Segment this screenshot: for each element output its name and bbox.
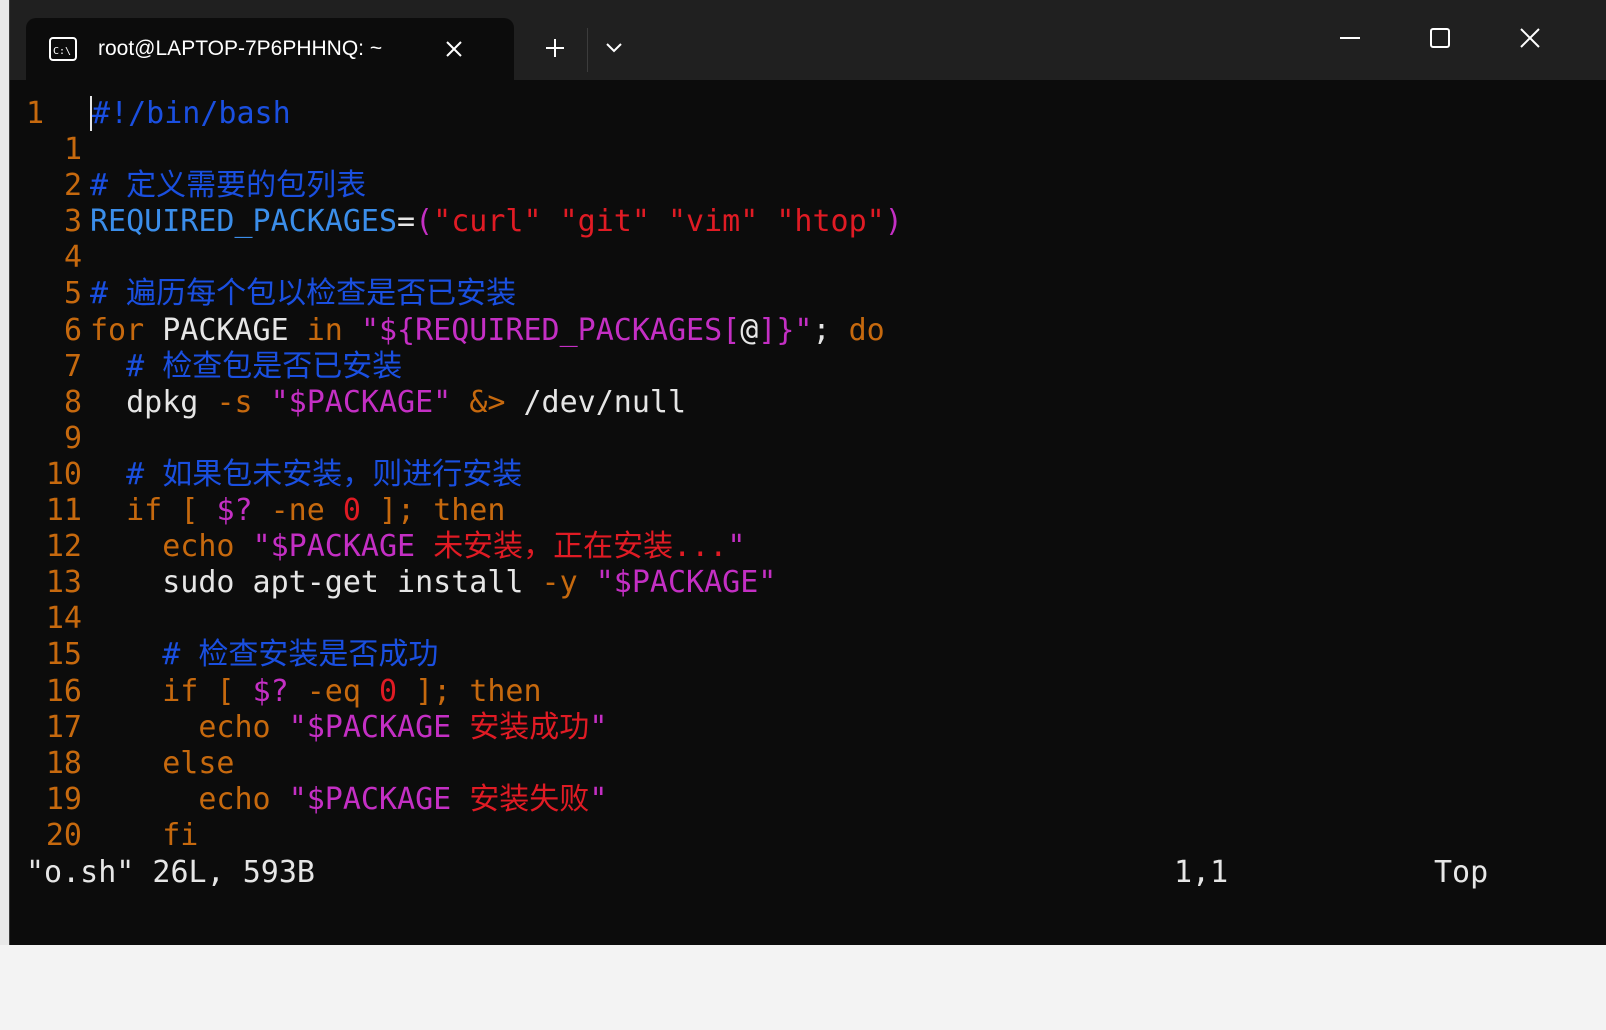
code-text: # 检查包是否已安装 <box>90 348 403 384</box>
tab-active[interactable]: C:\ root@LAPTOP-7P6PHHNQ: ~ <box>26 18 514 80</box>
tab-separator <box>587 28 588 72</box>
code-line: 4 <box>10 240 1606 276</box>
code-text: # 如果包未安装，则进行安装 <box>90 456 523 492</box>
new-tab-button[interactable] <box>533 30 577 66</box>
code-line: 1 <box>10 132 1606 168</box>
line-number: 5 <box>63 276 82 312</box>
tab-dropdown-button[interactable] <box>594 30 634 66</box>
line-number: 6 <box>63 312 82 348</box>
line-number: 13 <box>45 565 82 601</box>
terminal-icon: C:\ <box>48 36 78 62</box>
line-number: 11 <box>45 493 82 529</box>
code-text: for PACKAGE in "${REQUIRED_PACKAGES[@]}"… <box>90 312 885 348</box>
code-line: 6 for PACKAGE in "${REQUIRED_PACKAGES[@]… <box>10 313 1606 349</box>
line-number: 19 <box>45 781 82 817</box>
code-line: 9 <box>10 421 1606 457</box>
svg-text:C:\: C:\ <box>53 46 71 57</box>
code-line: 20 fi <box>10 818 1606 854</box>
code-text: if [ $? -ne 0 ]; then <box>126 493 506 529</box>
line-number: 20 <box>45 817 82 853</box>
background-window-edge <box>0 0 9 945</box>
close-window-button[interactable] <box>1500 12 1560 64</box>
code-line: 11 if [ $? -ne 0 ]; then <box>10 493 1606 529</box>
code-line: 10 # 如果包未安装，则进行安装 <box>10 457 1606 493</box>
code-line: 7 # 检查包是否已安装 <box>10 349 1606 385</box>
maximize-button[interactable] <box>1410 12 1470 64</box>
status-scroll-position: Top <box>1434 855 1489 890</box>
line-number: 16 <box>45 673 82 709</box>
line-number: 18 <box>45 745 82 781</box>
line-number: 17 <box>45 709 82 745</box>
line-number: 8 <box>63 384 82 420</box>
line-number: 3 <box>63 204 82 240</box>
code-line: 12 echo "$PACKAGE 未安装，正在安装..." <box>10 529 1606 565</box>
vim-status-line: "o.sh" 26L, 593B 1,1 Top <box>10 855 1606 893</box>
code-text: # 检查安装是否成功 <box>90 637 439 673</box>
code-line: 16 if [ $? -eq 0 ]; then <box>10 674 1606 710</box>
code-line: 3 REQUIRED_PACKAGES=("curl" "git" "vim" … <box>10 204 1606 240</box>
code-line: 18 else <box>10 746 1606 782</box>
terminal-window[interactable]: C:\ root@LAPTOP-7P6PHHNQ: ~ 1 #!/bin/bas… <box>9 0 1606 945</box>
code-text: # 定义需要的包列表 <box>90 168 367 204</box>
line-number: 10 <box>45 456 82 492</box>
close-tab-icon[interactable] <box>436 31 472 67</box>
line-number: 4 <box>63 240 82 276</box>
code-text: if [ $? -eq 0 ]; then <box>162 673 542 709</box>
code-line: 17 echo "$PACKAGE 安装成功" <box>10 710 1606 746</box>
code-text: #!/bin/bash <box>90 96 291 131</box>
code-text: echo "$PACKAGE 安装成功" <box>198 709 608 745</box>
tab-title: root@LAPTOP-7P6PHHNQ: ~ <box>98 37 383 60</box>
line-number: 15 <box>45 637 82 673</box>
status-cursor-position: 1,1 <box>1174 855 1229 890</box>
code-text: else <box>90 745 235 781</box>
chevron-down-icon <box>606 43 622 53</box>
line-number: 1 <box>63 132 82 168</box>
plus-icon <box>546 39 564 57</box>
close-icon <box>1520 28 1540 48</box>
line-number: 1 <box>26 96 45 131</box>
line-number: 7 <box>63 348 82 384</box>
line-number: 9 <box>63 420 82 456</box>
code-line: 8 dpkg -s "$PACKAGE" &> /dev/null <box>10 385 1606 421</box>
minimize-icon <box>1340 37 1360 39</box>
code-line: 14 <box>10 601 1606 637</box>
code-text: echo "$PACKAGE 安装失败" <box>198 781 608 817</box>
code-line: 1 #!/bin/bash <box>10 96 1606 132</box>
minimize-button[interactable] <box>1320 12 1380 64</box>
code-text: echo "$PACKAGE 未安装，正在安装..." <box>162 529 746 565</box>
maximize-icon <box>1430 28 1450 48</box>
code-text: sudo apt-get install -y "$PACKAGE" <box>162 565 777 601</box>
code-line: 15 # 检查安装是否成功 <box>10 637 1606 673</box>
line-number: 12 <box>45 529 82 565</box>
code-text: dpkg -s "$PACKAGE" &> /dev/null <box>126 384 687 420</box>
code-line: 19 echo "$PACKAGE 安装失败" <box>10 782 1606 818</box>
code-line: 13 sudo apt-get install -y "$PACKAGE" <box>10 565 1606 601</box>
code-text: fi <box>90 817 199 853</box>
status-file-info: "o.sh" 26L, 593B <box>26 855 315 890</box>
code-text: # 遍历每个包以检查是否已安装 <box>90 276 517 312</box>
code-line: 2 # 定义需要的包列表 <box>10 168 1606 204</box>
line-number: 2 <box>63 168 82 204</box>
line-number: 14 <box>45 601 82 637</box>
code-text: REQUIRED_PACKAGES=("curl" "git" "vim" "h… <box>90 204 903 240</box>
title-bar[interactable]: C:\ root@LAPTOP-7P6PHHNQ: ~ <box>10 0 1606 80</box>
vim-editor[interactable]: 1 #!/bin/bash 1 2 # 定义需要的包列表 3 REQUIRED_… <box>10 96 1606 856</box>
code-line: 5 # 遍历每个包以检查是否已安装 <box>10 276 1606 312</box>
